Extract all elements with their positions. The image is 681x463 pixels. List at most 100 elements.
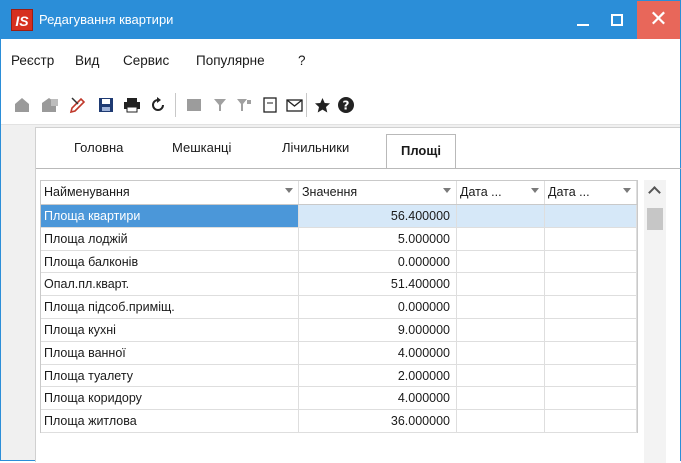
table-row[interactable]: Площа балконів 0.000000 [41,250,637,274]
cell-value[interactable]: 2.000000 [299,364,457,387]
chevron-down-icon[interactable] [623,188,631,193]
column-header-value[interactable]: Значення [299,181,457,204]
menu-registry[interactable]: Реєстр [11,53,54,68]
cell-date-1[interactable] [457,387,545,410]
help-icon[interactable]: ? [335,94,357,116]
close-icon: ✕ [649,7,668,32]
edit-apartment-window: IS Редагування квартири ✕ Реєстр Вид Сер… [0,0,681,463]
cell-date-2[interactable] [545,410,637,432]
maximize-button[interactable] [595,1,639,39]
menu-service[interactable]: Сервис [123,53,169,68]
tab-divider [36,168,681,169]
cell-name[interactable]: Площа кухні [41,318,299,341]
cell-date-1[interactable] [457,364,545,387]
cell-value[interactable]: 56.400000 [299,205,457,227]
cell-date-1[interactable] [457,410,545,432]
cell-name[interactable]: Площа лоджій [41,227,299,250]
maximize-icon [611,14,623,26]
table-row[interactable]: Площа коридору 4.000000 [41,387,637,411]
cell-name[interactable]: Площа туалету [41,364,299,387]
table-row[interactable]: Площа житлова 36.000000 [41,410,637,433]
table-row[interactable]: Площа ванної 4.000000 [41,341,637,365]
cell-date-1[interactable] [457,250,545,273]
cell-date-2[interactable] [545,318,637,341]
cell-date-1[interactable] [457,205,545,227]
cell-value[interactable]: 4.000000 [299,341,457,364]
edit-icon[interactable] [67,94,89,116]
svg-text:?: ? [343,99,350,113]
tab-container: Головна Мешканці Лічильники Площі Наймен… [35,127,681,463]
cell-date-2[interactable] [545,273,637,296]
cell-date-1[interactable] [457,318,545,341]
filter-icon[interactable] [209,94,231,116]
tab-main[interactable]: Головна [74,140,123,155]
close-button[interactable]: ✕ [637,1,680,39]
cell-name[interactable]: Площа житлова [41,410,299,432]
toolbar-separator [306,93,307,117]
table-header: Найменування Значення Дата ... Дата ... [41,181,637,205]
table-row[interactable]: Площа квартири 56.400000 [41,205,637,228]
window-title: Редагування квартири [39,12,174,27]
column-header-date-1[interactable]: Дата ... [457,181,545,204]
column-header-name[interactable]: Найменування [41,181,299,204]
areas-table: Найменування Значення Дата ... Дата ... … [40,180,638,433]
cell-date-1[interactable] [457,296,545,318]
cell-value[interactable]: 0.000000 [299,296,457,318]
tab-residents[interactable]: Мешканці [172,140,231,155]
cell-value[interactable]: 4.000000 [299,387,457,410]
cell-date-2[interactable] [545,364,637,387]
cell-name[interactable]: Площа підсоб.приміщ. [41,296,299,318]
cell-name[interactable]: Площа коридору [41,387,299,410]
filter-clear-icon[interactable] [233,94,255,116]
cell-value[interactable]: 51.400000 [299,273,457,296]
cell-date-1[interactable] [457,341,545,364]
table-row[interactable]: Площа підсоб.приміщ. 0.000000 [41,296,637,319]
cell-date-2[interactable] [545,250,637,273]
save-icon[interactable] [95,94,117,116]
table-row[interactable]: Площа туалету 2.000000 [41,364,637,388]
chevron-down-icon[interactable] [531,188,539,193]
cell-date-2[interactable] [545,205,637,227]
cell-name[interactable]: Площа ванної [41,341,299,364]
cell-name[interactable]: Площа квартири [41,205,299,227]
tab-areas[interactable]: Площі [386,134,456,168]
print-icon[interactable] [121,94,143,116]
star-icon[interactable] [311,94,333,116]
table-row[interactable]: Площа кухні 9.000000 [41,318,637,342]
cell-date-2[interactable] [545,387,637,410]
refresh-icon[interactable] [147,94,169,116]
minimize-icon [577,24,589,26]
title-bar[interactable]: IS Редагування квартири ✕ [1,1,680,39]
cell-date-1[interactable] [457,227,545,250]
cell-date-2[interactable] [545,227,637,250]
cell-value[interactable]: 9.000000 [299,318,457,341]
cell-value[interactable]: 0.000000 [299,250,457,273]
tab-meters[interactable]: Лічильники [282,140,349,155]
cell-value[interactable]: 36.000000 [299,410,457,432]
chevron-down-icon[interactable] [285,188,293,193]
menu-help[interactable]: ? [298,53,306,68]
cell-date-2[interactable] [545,341,637,364]
tab-strip: Головна Мешканці Лічильники Площі [36,128,681,169]
column-header-date-2[interactable]: Дата ... [545,181,637,204]
table-row[interactable]: Опал.пл.кварт. 51.400000 [41,273,637,297]
vertical-scrollbar[interactable] [644,180,666,463]
cell-date-2[interactable] [545,296,637,318]
cell-value[interactable]: 5.000000 [299,227,457,250]
mail-icon[interactable] [283,94,305,116]
table-view-icon[interactable] [183,94,205,116]
menu-view[interactable]: Вид [75,53,99,68]
scroll-up-icon[interactable] [648,186,661,199]
document-icon[interactable] [259,94,281,116]
scroll-thumb[interactable] [647,208,663,230]
cell-date-1[interactable] [457,273,545,296]
menu-popular[interactable]: Популярне [196,53,265,68]
cell-name[interactable]: Площа балконів [41,250,299,273]
chevron-down-icon[interactable] [443,188,451,193]
add-icon[interactable] [11,94,33,116]
toolbar: ? [1,85,680,125]
cell-name[interactable]: Опал.пл.кварт. [41,273,299,296]
copy-icon[interactable] [39,94,61,116]
table-row[interactable]: Площа лоджій 5.000000 [41,227,637,251]
menu-bar: Реєстр Вид Сервис Популярне ? [1,39,680,85]
